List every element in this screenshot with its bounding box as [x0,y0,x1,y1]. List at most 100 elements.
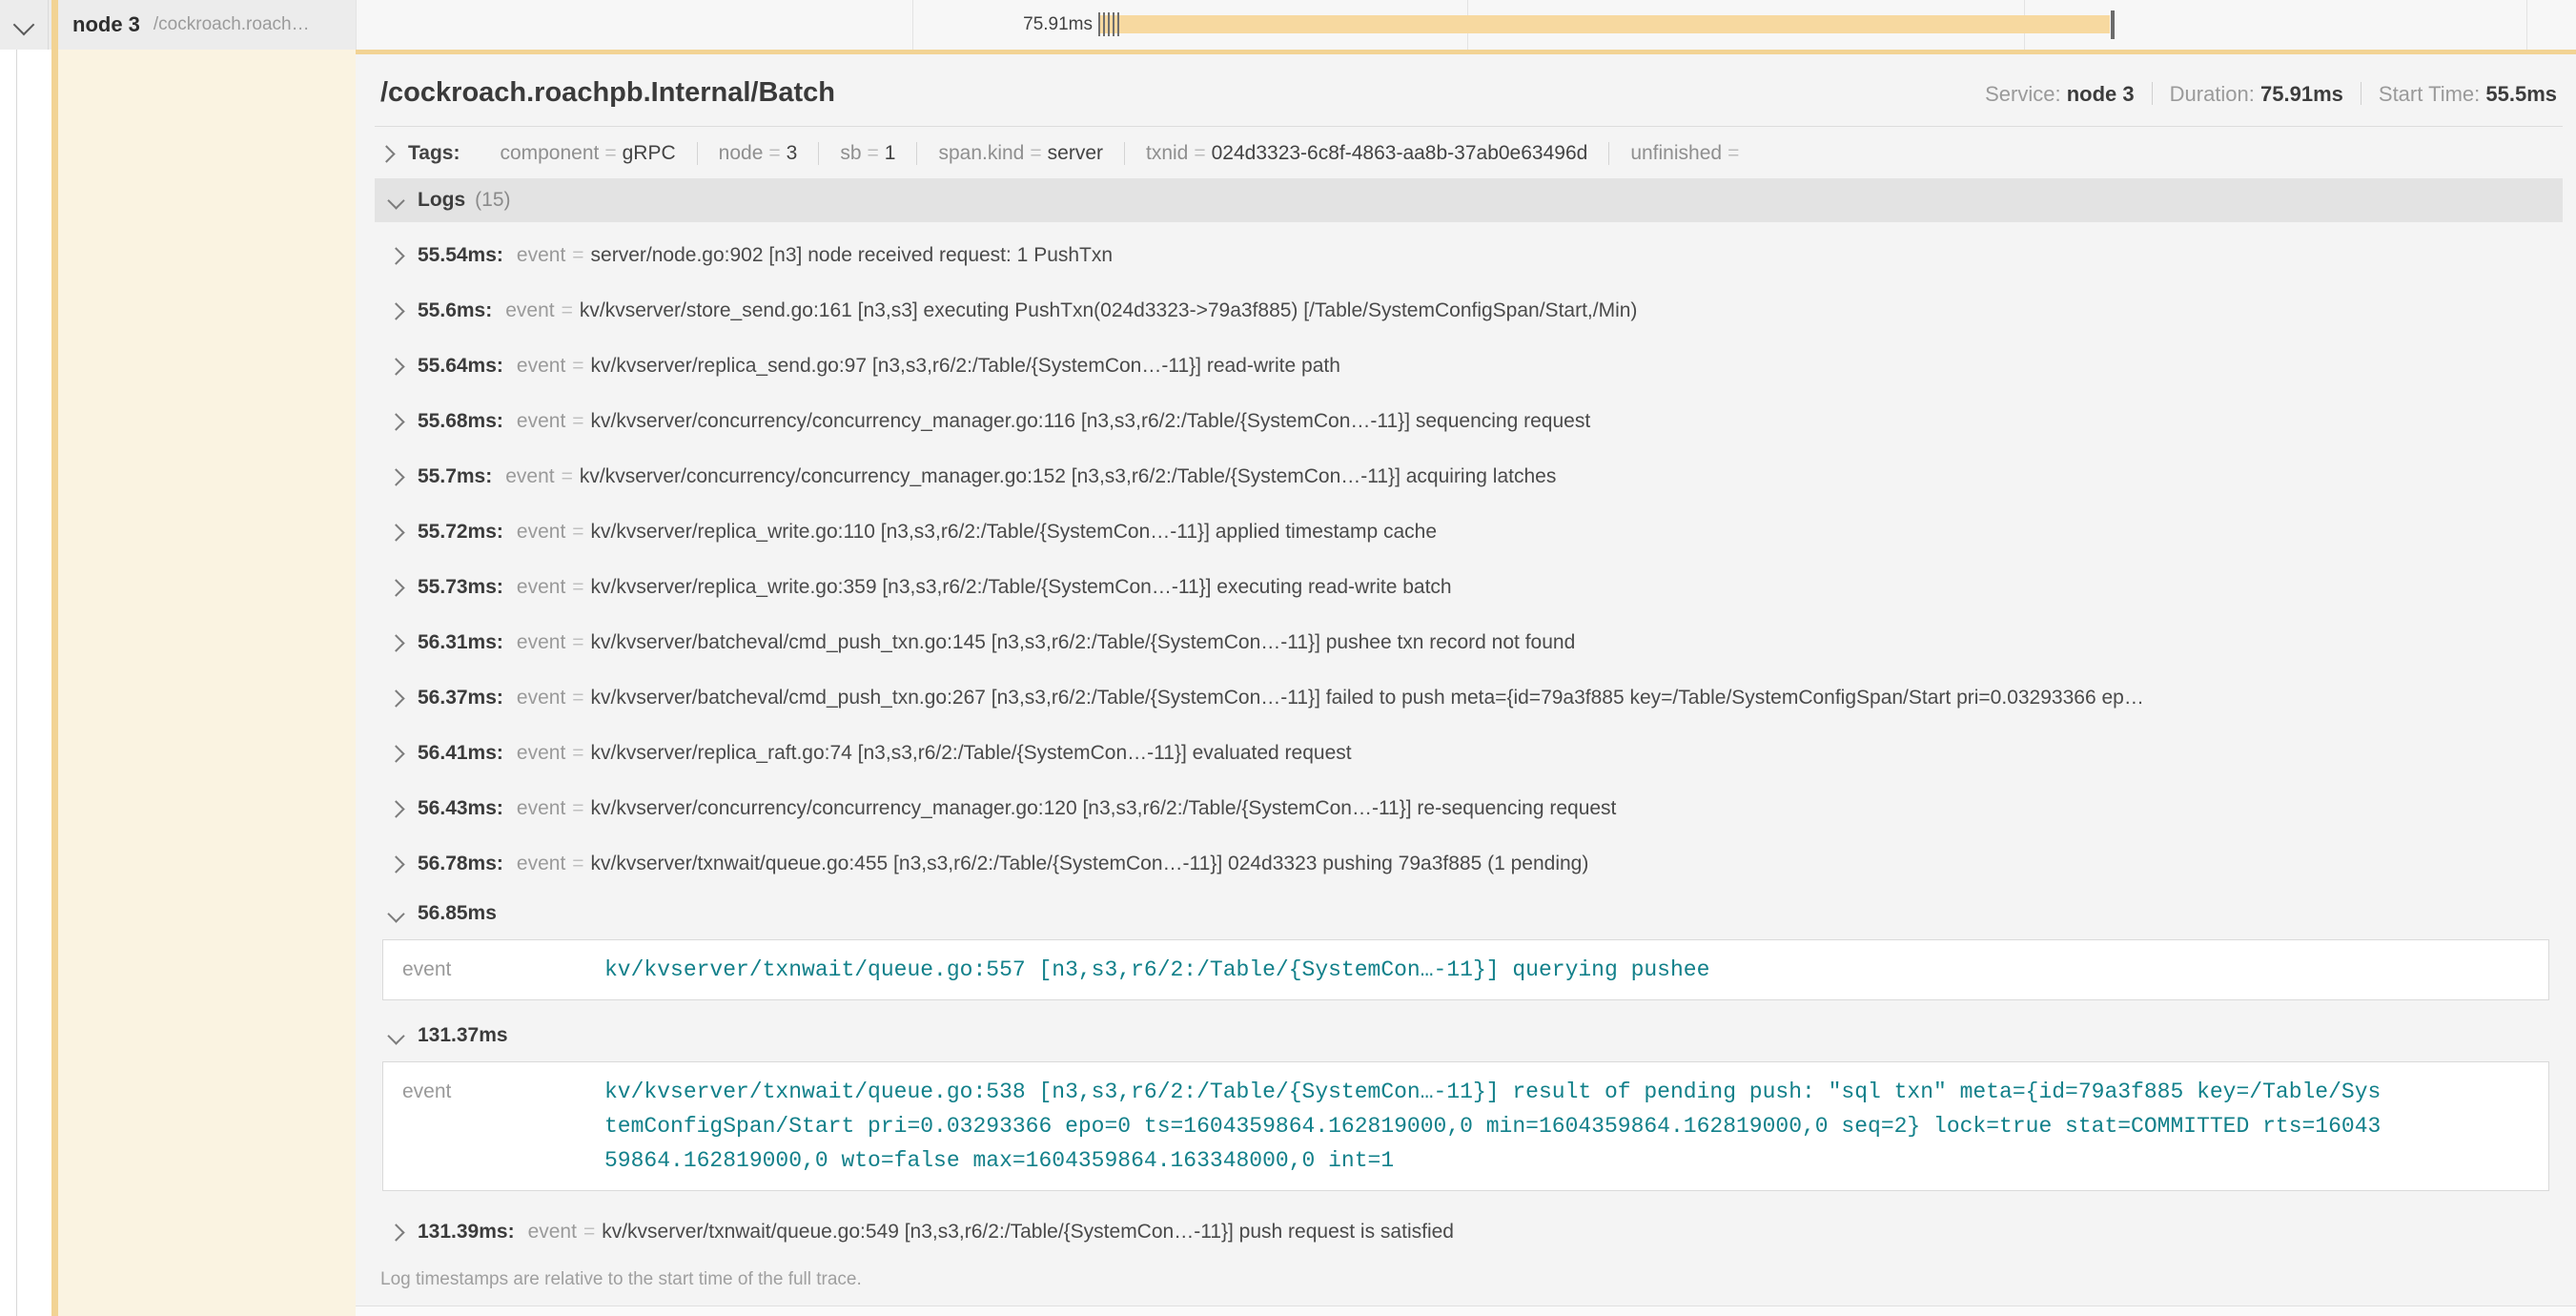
log-field-value: kv/kvserver/replica_write.go:359 [n3,s3,… [591,576,1452,599]
duration-value: 75.91ms [2260,82,2343,106]
chevron-right-icon[interactable] [387,1223,404,1241]
log-timestamp: 131.39ms: [418,1221,515,1244]
log-field-value: kv/kvserver/store_send.go:161 [n3,s3] ex… [580,299,1638,322]
log-timestamp: 56.78ms: [418,853,503,875]
log-row[interactable]: 131.39ms:event=kv/kvserver/txnwait/queue… [375,1204,2563,1260]
log-row[interactable]: 55.68ms:event=kv/kvserver/concurrency/co… [375,394,2563,449]
log-field-value-mono: kv/kvserver/txnwait/queue.go:557 [n3,s3,… [604,953,1709,987]
tag-item: node=3 [698,142,820,165]
log-field-key: event [383,1075,604,1109]
log-field-key: event [528,1221,577,1244]
log-row-expanded-header[interactable]: 56.85ms [375,892,2563,936]
span-name[interactable]: node 3 /cockroach.roach… [72,0,310,50]
log-event-detail: event kv/kvserver/txnwait/queue.go:538 [… [382,1061,2549,1191]
tag-item: unfinished= [1609,142,1766,165]
log-marker [1113,12,1114,36]
log-timestamp: 56.31ms: [418,631,503,654]
log-field-key: event [517,742,565,765]
equals-sign: = [565,687,590,709]
log-timestamp: 55.7ms: [418,465,492,488]
log-row-expanded-header[interactable]: 131.37ms [375,1014,2563,1058]
span-detail-panel: /cockroach.roachpb.Internal/Batch Servic… [356,50,2576,1316]
timeline-gridline [2526,0,2527,50]
chevron-right-icon[interactable] [387,689,404,707]
chevron-right-icon[interactable] [387,800,404,817]
log-field-value: kv/kvserver/txnwait/queue.go:549 [n3,s3,… [602,1221,1454,1244]
tags-label: Tags: [408,142,460,165]
start-time-value: 55.5ms [2485,82,2557,106]
equals-sign: = [555,465,580,488]
log-field-value: kv/kvserver/replica_write.go:110 [n3,s3,… [591,521,1438,544]
chevron-right-icon[interactable] [387,579,404,596]
chevron-down-icon[interactable] [13,14,35,36]
chevron-right-icon[interactable] [378,145,395,162]
log-marker [1103,12,1105,36]
equals-sign: = [555,299,580,322]
log-field-value: kv/kvserver/replica_raft.go:74 [n3,s3,r6… [591,742,1352,765]
log-row[interactable]: 56.37ms:event=kv/kvserver/batcheval/cmd_… [375,670,2563,726]
chevron-down-icon[interactable] [387,905,404,922]
chevron-right-icon[interactable] [387,745,404,762]
trace-viewer: node 3 /cockroach.roach… 75.91ms /cockro… [0,0,2576,1316]
chevron-right-icon[interactable] [387,634,404,651]
equals-sign: = [565,631,590,654]
log-event-detail: event kv/kvserver/txnwait/queue.go:557 [… [382,939,2549,1000]
log-field-key: event [505,299,554,322]
equals-sign: = [565,742,590,765]
logs-count: (15) [475,189,510,212]
log-timestamp: 55.68ms: [418,410,503,433]
log-field-value: kv/kvserver/concurrency/concurrency_mana… [591,797,1617,820]
logs-footnote: Log timestamps are relative to the start… [375,1260,2563,1306]
chevron-right-icon[interactable] [387,413,404,430]
chevron-right-icon[interactable] [387,358,404,375]
tree-guide-line [16,50,17,1316]
log-field-key: event [517,853,565,875]
log-field-value: kv/kvserver/txnwait/queue.go:455 [n3,s3,… [591,853,1589,875]
equals-sign: = [565,576,590,599]
duration-label: Duration: [2170,82,2255,106]
chevron-down-icon[interactable] [387,1027,404,1044]
chevron-right-icon[interactable] [387,855,404,873]
log-field-key: event [383,953,604,987]
chevron-right-icon[interactable] [387,524,404,541]
log-row[interactable]: 55.64ms:event=kv/kvserver/replica_send.g… [375,339,2563,394]
span-row[interactable]: node 3 /cockroach.roach… 75.91ms [0,0,2576,50]
log-field-key: event [517,797,565,820]
log-rows: 55.54ms:event=server/node.go:902 [n3] no… [375,222,2563,1260]
log-row[interactable]: 56.31ms:event=kv/kvserver/batcheval/cmd_… [375,615,2563,670]
span-detail-header: /cockroach.roachpb.Internal/Batch Servic… [375,54,2563,127]
chevron-right-icon[interactable] [387,247,404,264]
log-row[interactable]: 55.7ms:event=kv/kvserver/concurrency/con… [375,449,2563,504]
log-field-key: event [517,687,565,709]
log-row[interactable]: 56.43ms:event=kv/kvserver/concurrency/co… [375,781,2563,836]
chevron-down-icon[interactable] [387,192,404,209]
chevron-right-icon[interactable] [387,468,404,485]
logs-section-header[interactable]: Logs (15) [375,178,2563,222]
span-collapse-toggle[interactable] [0,0,49,50]
log-field-value: kv/kvserver/concurrency/concurrency_mana… [580,465,1556,488]
equals-sign: = [565,521,590,544]
span-duration-bar[interactable] [1098,15,2110,33]
log-field-value: kv/kvserver/replica_send.go:97 [n3,s3,r6… [591,355,1340,378]
log-field-key: event [517,631,565,654]
service-label: Service: [1985,82,2060,106]
log-row[interactable]: 55.54ms:event=server/node.go:902 [n3] no… [375,228,2563,283]
log-field-key: event [517,410,565,433]
log-row[interactable]: 56.41ms: event=kv/kvserver/replica_raft.g… [375,726,2563,781]
log-row[interactable]: 55.72ms:event=kv/kvserver/replica_write.… [375,504,2563,560]
chevron-right-icon[interactable] [387,302,404,319]
log-timestamp: 56.41ms: [418,742,503,765]
log-field-key: event [517,244,565,267]
log-field-value: kv/kvserver/concurrency/concurrency_mana… [591,410,1591,433]
log-timestamp: 55.72ms: [418,521,503,544]
log-field-value: server/node.go:902 [n3] node received re… [591,244,1114,267]
logs-title: Logs [418,189,465,212]
timeline-gridline [912,0,913,50]
tags-header[interactable]: Tags: component=gRPC node=3 sb=1 span.ki… [375,127,2563,178]
span-duration-label: 75.91ms [950,0,1093,50]
log-timestamp: 55.54ms: [418,244,503,267]
log-row[interactable]: 56.78ms:event=kv/kvserver/txnwait/queue.… [375,836,2563,892]
log-row[interactable]: 55.6ms:event=kv/kvserver/store_send.go:1… [375,283,2563,339]
log-row[interactable]: 55.73ms:event=kv/kvserver/replica_write.… [375,560,2563,615]
divider [2152,82,2153,105]
